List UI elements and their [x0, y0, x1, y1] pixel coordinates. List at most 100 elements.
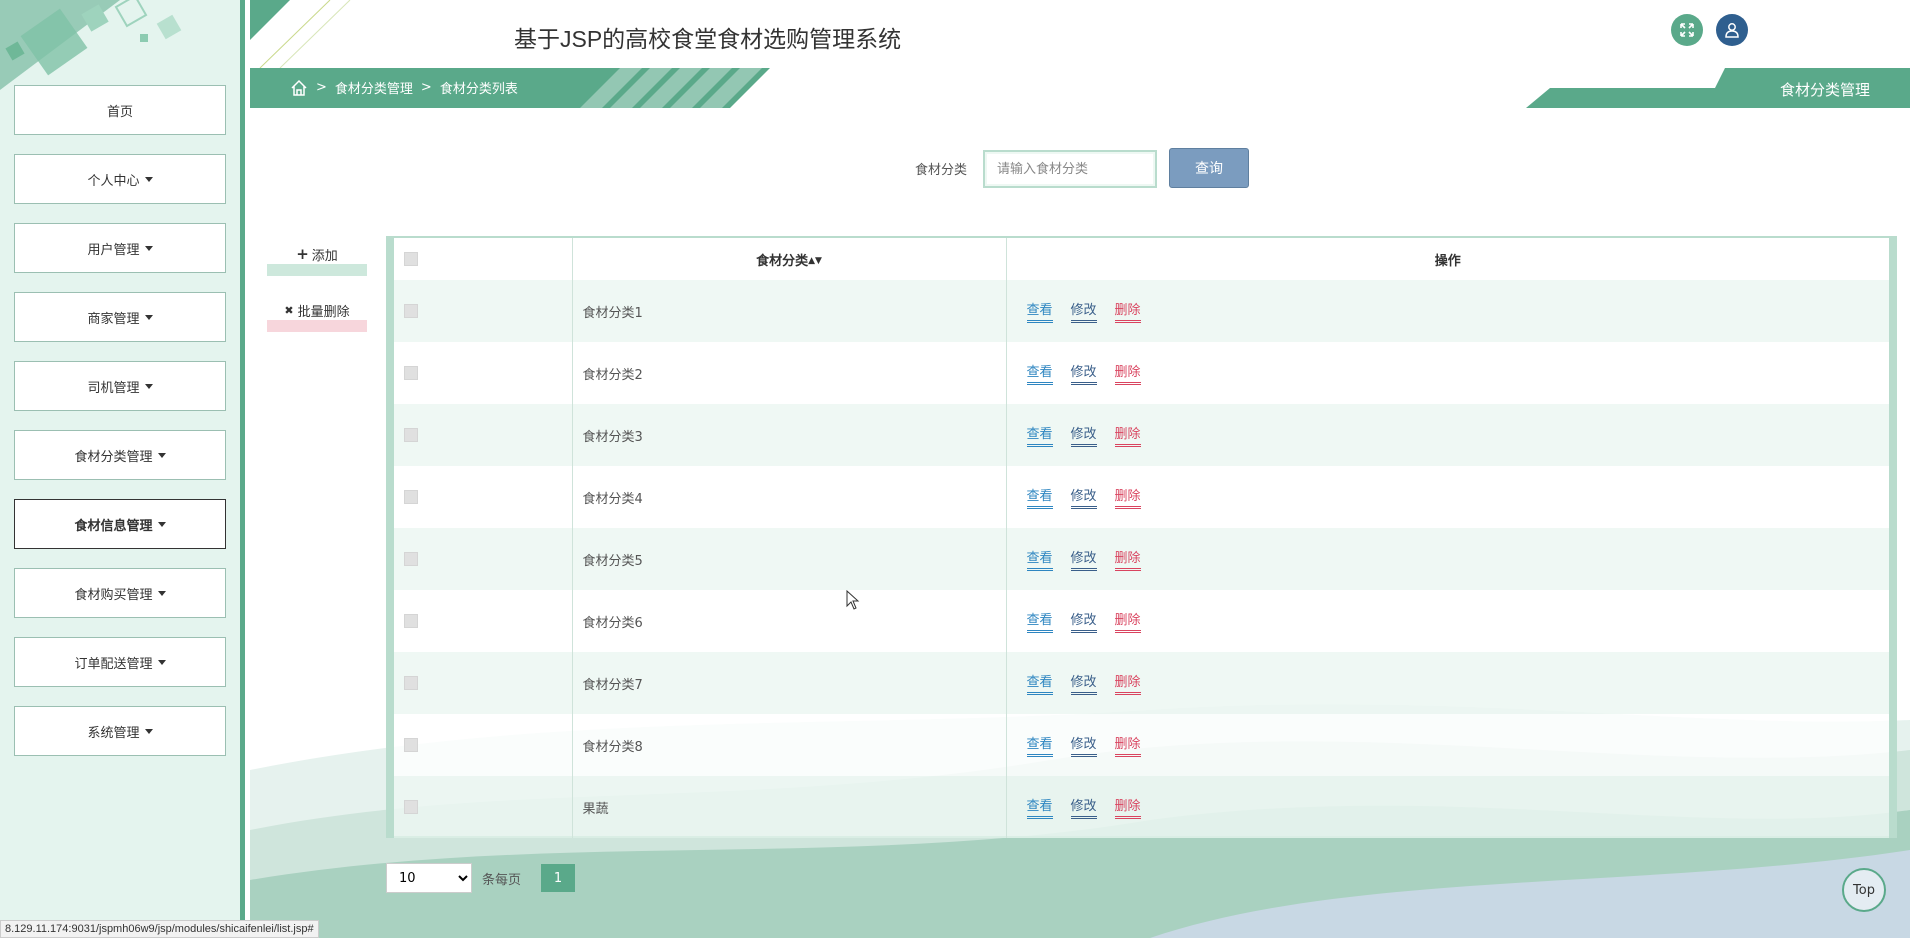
sidebar-item[interactable]: 食材分类管理 — [14, 427, 229, 480]
delete-link[interactable]: 删除 — [1114, 795, 1141, 819]
view-link[interactable]: 查看 — [1026, 795, 1053, 819]
select-all-checkbox[interactable] — [404, 252, 418, 266]
operation-cell: 查看 修改 删除 — [1006, 404, 1889, 466]
operation-cell: 查看 修改 删除 — [1006, 714, 1889, 776]
view-link[interactable]: 查看 — [1026, 733, 1053, 757]
search-button[interactable]: 查询 — [1169, 148, 1249, 188]
view-link[interactable]: 查看 — [1026, 299, 1053, 323]
caret-down-icon — [157, 452, 166, 458]
sidebar-item-label: 食材信息管理 — [74, 518, 153, 534]
row-checkbox[interactable] — [404, 552, 418, 566]
row-check-cell — [394, 342, 573, 404]
table-row: 果蔬 查看 修改 删除 — [394, 776, 1889, 838]
category-cell: 食材分类4 — [572, 466, 1007, 528]
category-cell: 食材分类2 — [572, 342, 1007, 404]
sort-icon[interactable]: ▲▼ — [808, 256, 822, 266]
row-checkbox[interactable] — [404, 304, 418, 318]
edit-link[interactable]: 修改 — [1070, 547, 1097, 571]
table-row: 食材分类1 查看 修改 删除 — [394, 280, 1889, 342]
edit-link[interactable]: 修改 — [1070, 361, 1097, 385]
table-row: 食材分类4 查看 修改 删除 — [394, 466, 1889, 528]
row-checkbox[interactable] — [404, 490, 418, 504]
close-icon: ✖ — [284, 303, 294, 317]
column-header-category-label: 食材分类 — [756, 253, 809, 269]
edit-link[interactable]: 修改 — [1070, 609, 1097, 633]
caret-down-icon — [144, 176, 153, 182]
sidebar-item[interactable]: 食材信息管理 — [14, 496, 229, 549]
delete-link[interactable]: 删除 — [1114, 609, 1141, 633]
mouse-cursor-icon — [846, 590, 860, 610]
search-input[interactable] — [983, 150, 1157, 188]
category-cell: 食材分类1 — [572, 280, 1007, 342]
view-link[interactable]: 查看 — [1026, 547, 1053, 571]
add-button[interactable]: + 添加 — [267, 244, 367, 276]
delete-link[interactable]: 删除 — [1114, 733, 1141, 757]
pagination: 10 条每页 1 — [386, 863, 576, 893]
edit-link[interactable]: 修改 — [1070, 423, 1097, 447]
row-checkbox[interactable] — [404, 614, 418, 628]
edit-link[interactable]: 修改 — [1070, 299, 1097, 323]
row-checkbox[interactable] — [404, 428, 418, 442]
user-button[interactable] — [1716, 14, 1748, 46]
view-link[interactable]: 查看 — [1026, 609, 1053, 633]
view-link[interactable]: 查看 — [1026, 361, 1053, 385]
edit-link[interactable]: 修改 — [1070, 795, 1097, 819]
sidebar-item[interactable]: 食材购买管理 — [14, 565, 229, 618]
category-cell: 食材分类5 — [572, 528, 1007, 590]
add-label: 添加 — [311, 248, 338, 264]
back-to-top-button[interactable]: Top — [1842, 868, 1886, 912]
edit-link[interactable]: 修改 — [1070, 733, 1097, 757]
page-size-select[interactable]: 10 — [386, 863, 472, 893]
table-row: 食材分类3 查看 修改 删除 — [394, 404, 1889, 466]
edit-link[interactable]: 修改 — [1070, 671, 1097, 695]
caret-down-icon — [157, 521, 166, 527]
sidebar-item[interactable]: 首页 — [14, 82, 229, 135]
search-label: 食材分类 — [915, 163, 968, 178]
sidebar-item[interactable]: 个人中心 — [14, 151, 229, 204]
fullscreen-button[interactable] — [1671, 14, 1703, 46]
sidebar-item[interactable]: 用户管理 — [14, 220, 229, 273]
sidebar-decoration — [0, 0, 182, 90]
sidebar-item[interactable]: 订单配送管理 — [14, 634, 229, 687]
view-link[interactable]: 查看 — [1026, 423, 1053, 447]
row-check-cell — [394, 466, 573, 528]
row-checkbox[interactable] — [404, 738, 418, 752]
row-checkbox[interactable] — [404, 676, 418, 690]
delete-link[interactable]: 删除 — [1114, 547, 1141, 571]
delete-link[interactable]: 删除 — [1114, 361, 1141, 385]
sidebar-item[interactable]: 商家管理 — [14, 289, 229, 342]
home-icon[interactable] — [290, 79, 308, 97]
sidebar-item-label: 用户管理 — [87, 242, 140, 258]
data-table: 食材分类▲▼ 操作 食材分类1 查看 修改 删除 食材分类2 查看 修改 删除 食材分类3 查看修… — [386, 236, 1897, 838]
caret-down-icon — [144, 383, 153, 389]
operation-cell: 查看 修改 删除 — [1006, 652, 1889, 714]
batch-delete-button[interactable]: ✖ 批量删除 — [267, 300, 367, 332]
caret-down-icon — [144, 728, 153, 734]
sidebar-item-label: 食材购买管理 — [74, 587, 153, 603]
operation-cell: 查看 修改 删除 — [1006, 466, 1889, 528]
edit-link[interactable]: 修改 — [1070, 485, 1097, 509]
view-link[interactable]: 查看 — [1026, 485, 1053, 509]
category-cell: 食材分类8 — [572, 714, 1007, 776]
row-checkbox[interactable] — [404, 366, 418, 380]
page-title: 基于JSP的高校食堂食材选购管理系统 — [514, 26, 902, 52]
delete-link[interactable]: 删除 — [1114, 299, 1141, 323]
sidebar-menu: 首页个人中心用户管理商家管理司机管理食材分类管理 食材信息管理 食材购买管理订单配送… — [14, 82, 229, 775]
caret-down-icon — [157, 659, 166, 665]
caret-down-icon — [157, 590, 166, 596]
delete-link[interactable]: 删除 — [1114, 671, 1141, 695]
column-header-category[interactable]: 食材分类▲▼ — [572, 238, 1007, 280]
breadcrumb-separator: > — [316, 80, 327, 95]
breadcrumb-level1[interactable]: 食材分类管理 — [335, 78, 413, 97]
caret-down-icon — [144, 245, 153, 251]
sidebar-item-label: 商家管理 — [87, 311, 140, 327]
delete-link[interactable]: 删除 — [1114, 423, 1141, 447]
operation-cell: 查看 修改 删除 — [1006, 590, 1889, 652]
view-link[interactable]: 查看 — [1026, 671, 1053, 695]
page-number-current[interactable]: 1 — [541, 864, 576, 892]
row-checkbox[interactable] — [404, 800, 418, 814]
delete-link[interactable]: 删除 — [1114, 485, 1141, 509]
sidebar-item[interactable]: 司机管理 — [14, 358, 229, 411]
sidebar-item[interactable]: 系统管理 — [14, 703, 229, 756]
sidebar-item-label: 食材分类管理 — [74, 449, 153, 465]
